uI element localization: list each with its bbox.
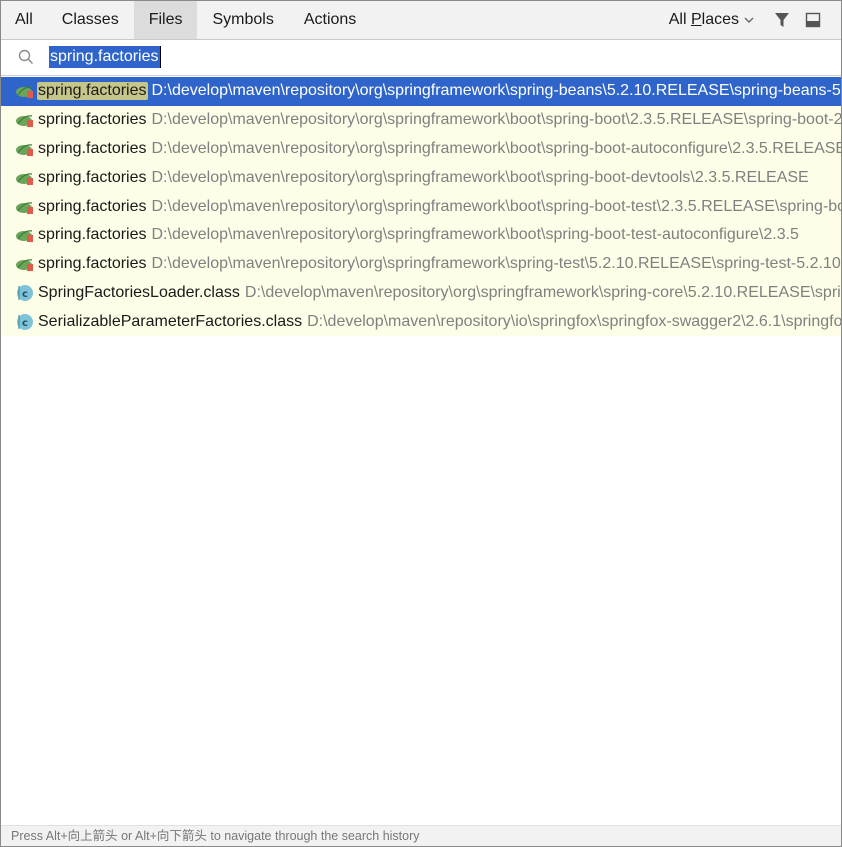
result-name: spring.factories	[38, 226, 147, 244]
chevron-down-icon	[744, 17, 754, 24]
result-name: spring.factories	[38, 197, 147, 215]
search-history-hint: Press Alt+向上箭头 or Alt+向下箭头 to navigate t…	[1, 825, 841, 846]
list-item[interactable]: spring.factories D:\develop\maven\reposi…	[1, 77, 841, 106]
class-file-icon: c	[14, 283, 36, 303]
list-item[interactable]: spring.factories D:\develop\maven\reposi…	[1, 106, 841, 135]
spring-factories-file-icon	[14, 254, 36, 274]
toolbar-right: All Places	[669, 1, 841, 39]
list-item[interactable]: c SerializableParameterFactories.class D…	[1, 307, 841, 336]
spring-factories-file-icon	[14, 81, 36, 101]
search-everywhere-popup: All Classes Files Symbols Actions All Pl…	[0, 0, 842, 847]
list-item[interactable]: spring.factories D:\develop\maven\reposi…	[1, 163, 841, 192]
result-path: D:\develop\maven\repository\org\springfr…	[151, 82, 842, 100]
list-item[interactable]: spring.factories D:\develop\maven\reposi…	[1, 221, 841, 250]
result-name: spring.factories	[37, 82, 148, 101]
svg-text:c: c	[22, 318, 28, 329]
filter-icon[interactable]	[768, 6, 796, 34]
search-icon	[18, 49, 34, 70]
result-path: D:\develop\maven\repository\io\springfox…	[307, 312, 841, 330]
scope-tab-bar: All Classes Files Symbols Actions All Pl…	[1, 1, 841, 40]
all-places-dropdown[interactable]: All Places	[669, 11, 754, 29]
spring-factories-file-icon	[14, 225, 36, 245]
search-row: spring.factories	[1, 40, 841, 76]
results-list: spring.factories D:\develop\maven\reposi…	[1, 77, 841, 336]
tab-all[interactable]: All	[1, 1, 47, 39]
result-path: D:\develop\maven\repository\org\springfr…	[151, 226, 799, 244]
tab-symbols[interactable]: Symbols	[197, 1, 288, 39]
tab-classes[interactable]: Classes	[47, 1, 134, 39]
result-name: SpringFactoriesLoader.class	[38, 283, 240, 301]
result-name: spring.factories	[38, 255, 147, 273]
result-path: D:\develop\maven\repository\org\springfr…	[151, 139, 842, 157]
result-name: spring.factories	[38, 168, 147, 186]
list-item[interactable]: spring.factories D:\develop\maven\reposi…	[1, 135, 841, 164]
result-path: D:\develop\maven\repository\org\springfr…	[151, 168, 809, 186]
places-label-rest: laces	[701, 11, 739, 28]
class-file-icon: c	[14, 312, 36, 332]
tab-actions[interactable]: Actions	[289, 1, 371, 39]
list-item[interactable]: c SpringFactoriesLoader.class D:\develop…	[1, 279, 841, 308]
result-path: D:\develop\maven\repository\org\springfr…	[151, 197, 842, 215]
svg-text:c: c	[22, 289, 28, 300]
list-item[interactable]: spring.factories D:\develop\maven\reposi…	[1, 192, 841, 221]
spring-factories-file-icon	[14, 139, 36, 159]
result-name: spring.factories	[38, 111, 147, 129]
preview-toggle-icon[interactable]	[799, 6, 827, 34]
result-name: spring.factories	[38, 139, 147, 157]
search-input[interactable]: spring.factories	[49, 46, 161, 68]
result-name: SerializableParameterFactories.class	[38, 312, 303, 330]
result-path: D:\develop\maven\repository\org\springfr…	[244, 283, 841, 301]
list-item[interactable]: spring.factories D:\develop\maven\reposi…	[1, 250, 841, 279]
places-label-mnemonic: P	[690, 11, 702, 28]
result-path: D:\develop\maven\repository\org\springfr…	[151, 111, 842, 129]
spring-factories-file-icon	[14, 168, 36, 188]
places-label-prefix: All	[668, 11, 691, 28]
tab-files[interactable]: Files	[133, 1, 198, 39]
result-path: D:\develop\maven\repository\org\springfr…	[151, 255, 841, 273]
spring-factories-file-icon	[14, 197, 36, 217]
spring-factories-file-icon	[14, 110, 36, 130]
